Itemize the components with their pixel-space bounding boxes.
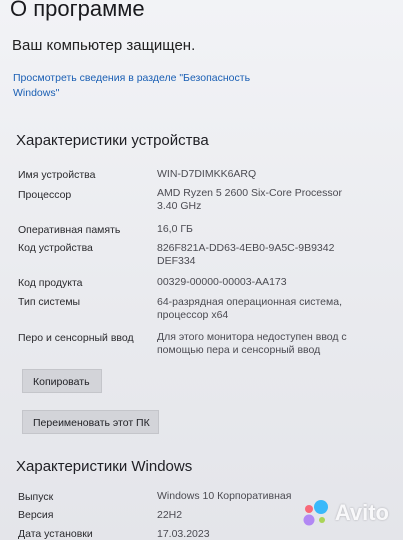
- spec-value-product-id: 00329-00000-00003-AA173: [157, 276, 287, 288]
- spec-label-system-type: Тип системы: [18, 296, 81, 308]
- about-page: О программе Ваш компьютер защищен. Просм…: [0, 0, 403, 540]
- avito-watermark: Avito: [301, 498, 389, 528]
- avito-watermark-text: Avito: [334, 500, 389, 525]
- spec-label-product-id: Код продукта: [18, 277, 83, 289]
- spec-value-ram: 16,0 ГБ: [157, 223, 193, 235]
- avito-logo-icon: [303, 500, 328, 526]
- windows-security-link[interactable]: Просмотреть сведения в разделе "Безопасн…: [13, 71, 283, 101]
- device-specs-heading: Характеристики устройства: [16, 132, 209, 149]
- spec-label-device-id: Код устройства: [18, 242, 93, 254]
- spec-label-ram: Оперативная память: [18, 224, 121, 236]
- spec-value-device-id: 826F821A-DD63-4EB0-9A5C-9B9342DEF334: [157, 242, 335, 267]
- rename-pc-button[interactable]: Переименовать этот ПК: [22, 410, 159, 434]
- win-value-install-date: 17.03.2023: [157, 528, 210, 540]
- win-label-install-date: Дата установки: [18, 528, 93, 540]
- spec-value-processor: AMD Ryzen 5 2600 Six-Core Processor 3.40…: [157, 187, 342, 212]
- spec-value-device-name: WIN-D7DIMKK6ARQ: [157, 168, 257, 180]
- copy-button[interactable]: Копировать: [22, 369, 102, 393]
- spec-value-system-type: 64-разрядная операционная система, проце…: [157, 296, 343, 321]
- spec-label-device-name: Имя устройства: [18, 169, 96, 181]
- spec-label-pen-touch: Перо и сенсорный ввод: [18, 332, 134, 344]
- windows-specs-heading: Характеристики Windows: [16, 458, 193, 475]
- protection-status: Ваш компьютер защищен.: [12, 37, 196, 54]
- page-title: О программе: [10, 0, 145, 21]
- spec-value-pen-touch: Для этого монитора недоступен ввод с пом…: [157, 331, 347, 356]
- win-label-version: Версия: [18, 509, 54, 521]
- spec-label-processor: Процессор: [18, 189, 72, 201]
- win-label-edition: Выпуск: [18, 491, 54, 503]
